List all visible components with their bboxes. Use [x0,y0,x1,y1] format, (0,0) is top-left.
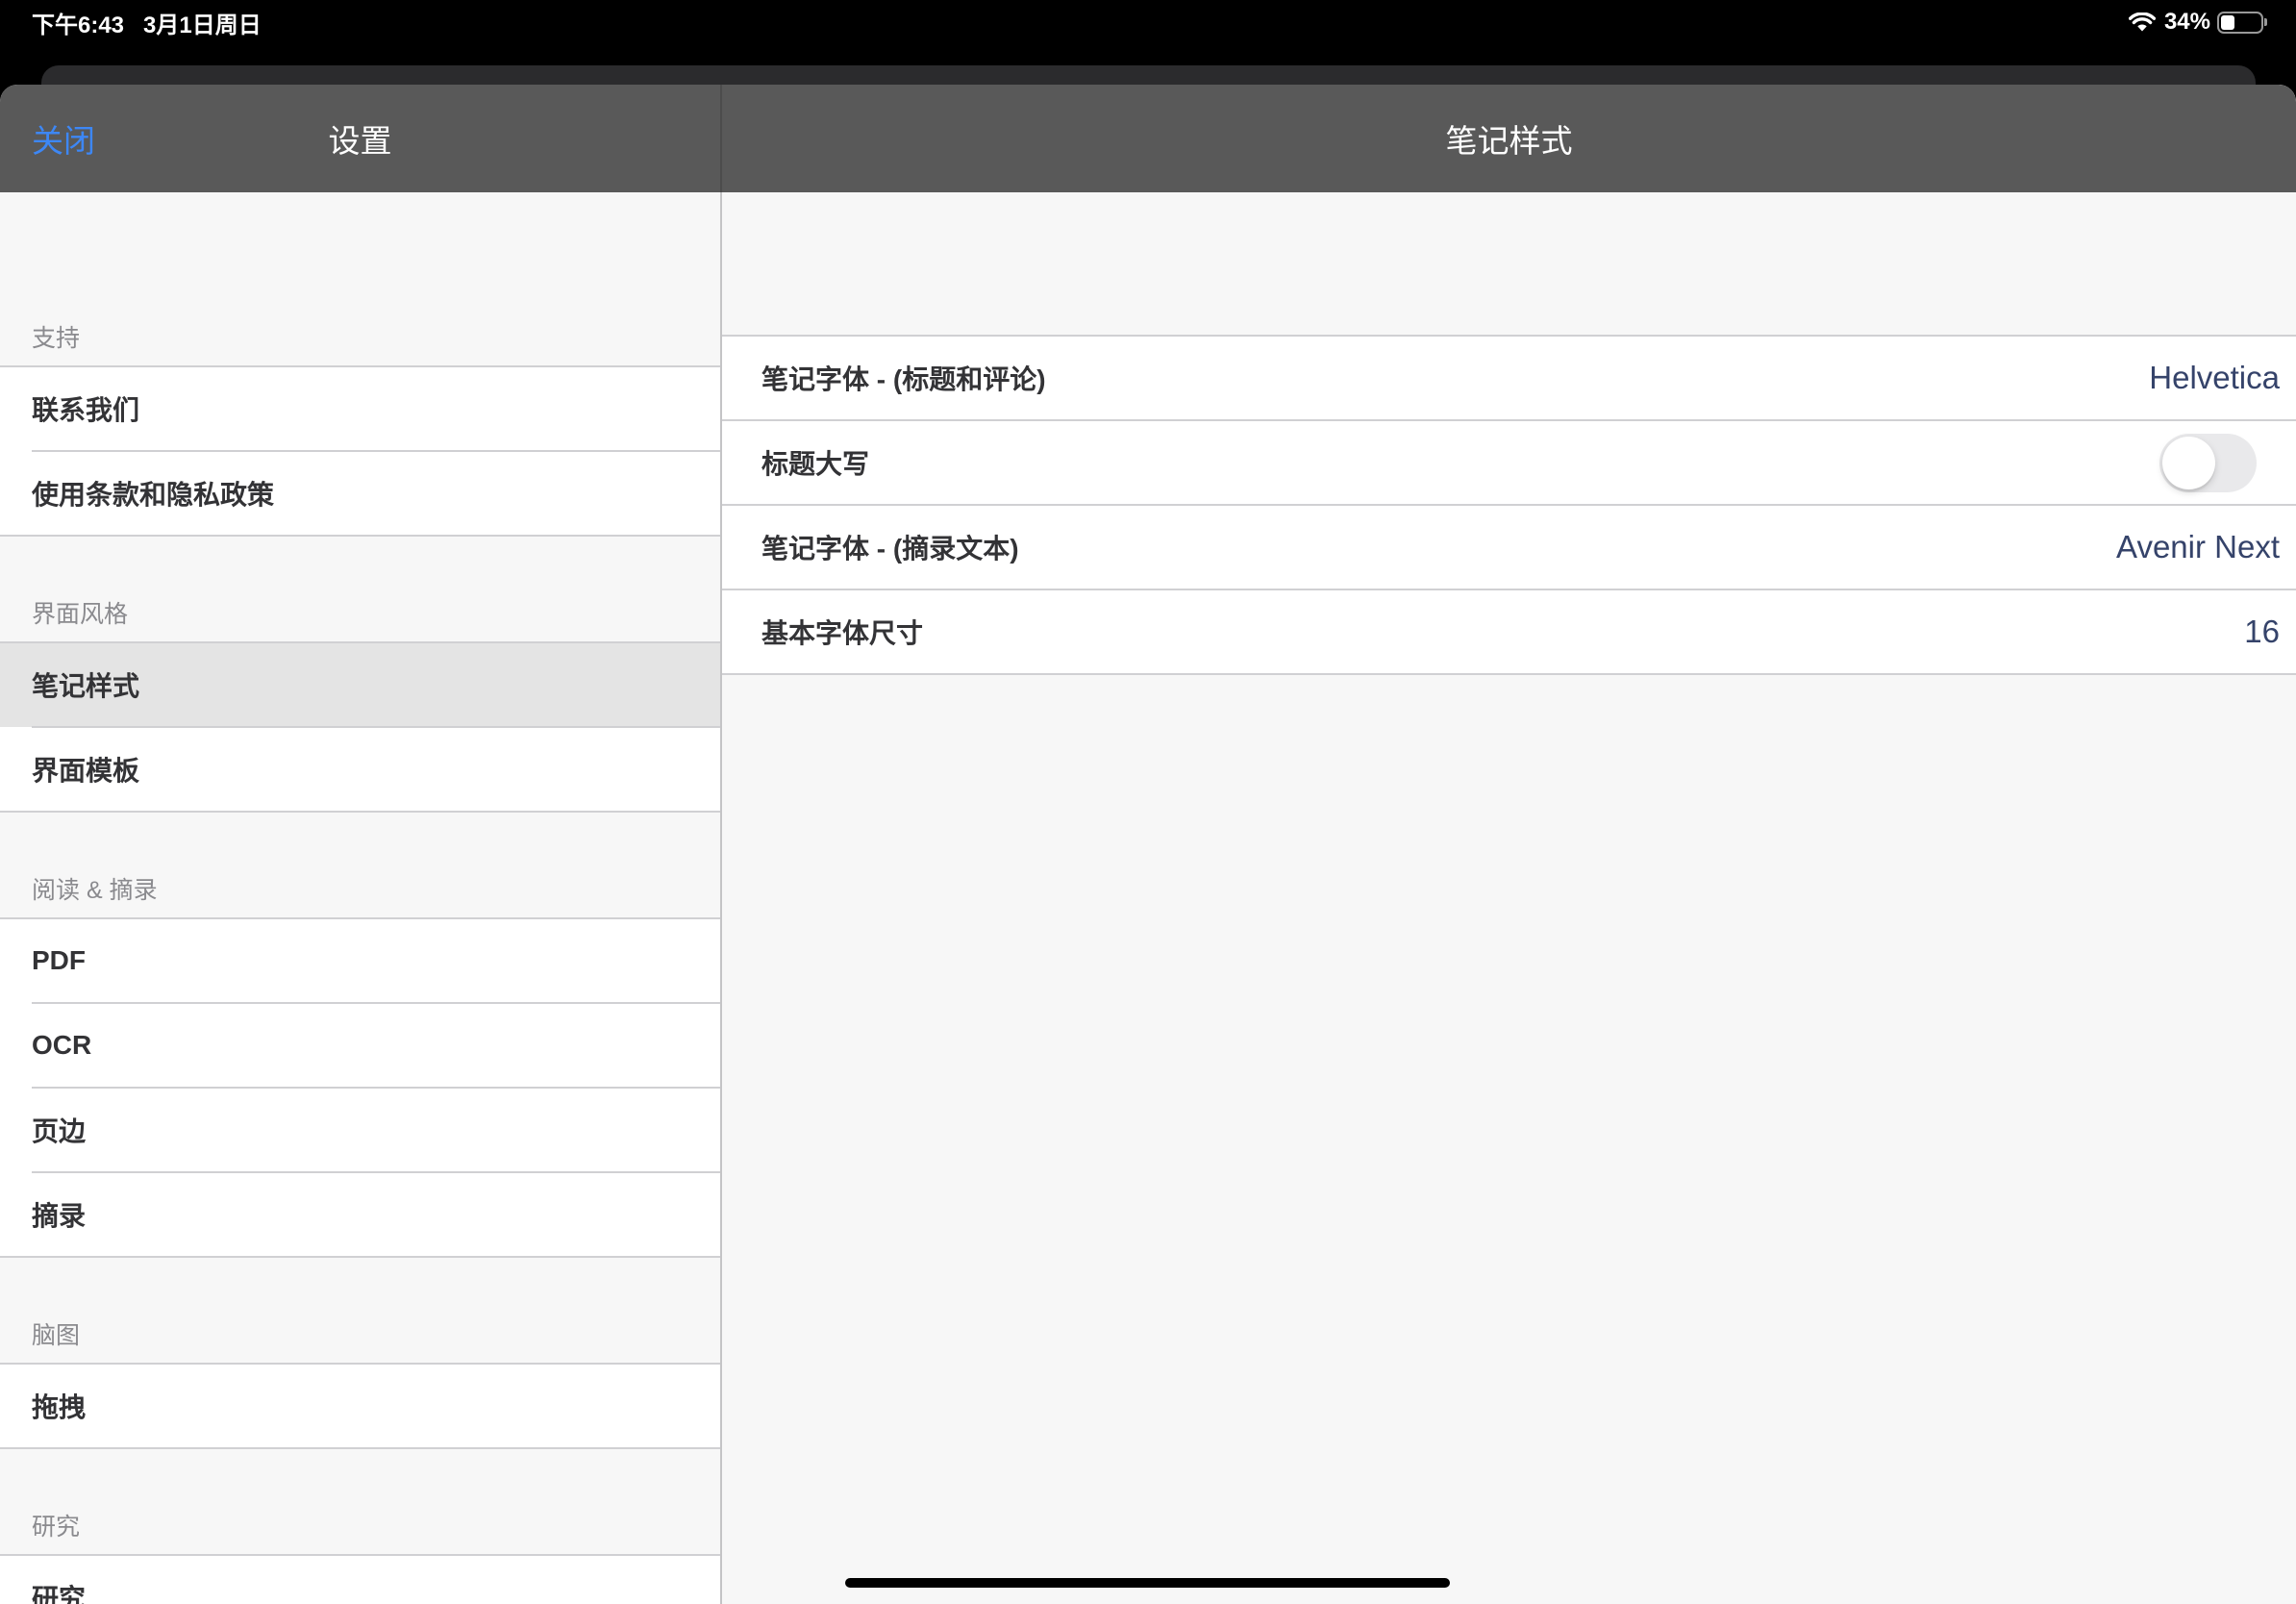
sidebar-item-drag[interactable]: 拖拽 [0,1364,720,1448]
battery-percentage: 34% [2163,9,2210,35]
section-group-support: 联系我们 使用条款和隐私政策 [0,365,720,537]
sidebar-item-research[interactable]: 研究 [0,1555,720,1604]
section-header-research: 研究 [32,1514,81,1541]
sidebar-item-note-style[interactable]: 笔记样式 [0,642,720,727]
section-header-mind-map: 脑图 [32,1322,81,1349]
sidebar-item-terms-privacy[interactable]: 使用条款和隐私政策 [0,450,720,536]
sidebar-item-ocr[interactable]: OCR [0,1002,720,1088]
title-uppercase-toggle[interactable] [2159,433,2257,492]
status-date: 3月1日周日 [143,12,262,38]
section-group-interface-style: 笔记样式 界面模板 [0,641,720,813]
detail-panel: 笔记样式 笔记字体 - (标题和评论) Helvetica 标题大写 笔记字体 … [722,85,2296,1604]
setting-label: 笔记字体 - (摘录文本) [761,534,1019,564]
status-time: 下午6:43 [32,12,125,38]
section-header-support: 支持 [32,325,81,352]
toggle-knob [2162,436,2215,489]
section-group-research: 研究 [0,1554,720,1604]
battery-nub [2264,18,2267,26]
setting-row-base-font-size[interactable]: 基本字体尺寸 16 [722,589,2296,674]
battery-level-fill [2221,14,2234,30]
setting-value: Avenir Next [2116,529,2280,564]
settings-master-panel: 关闭 设置 支持 联系我们 使用条款和隐私政策 界面风格 笔记样式 界面模板 阅… [0,85,722,1604]
note-style-settings-group: 笔记字体 - (标题和评论) Helvetica 标题大写 笔记字体 - (摘录… [722,335,2296,675]
sidebar-item-interface-template[interactable]: 界面模板 [0,726,720,812]
wifi-icon [2128,13,2156,32]
detail-content: 笔记字体 - (标题和评论) Helvetica 标题大写 笔记字体 - (摘录… [722,192,2296,1604]
setting-row-title-uppercase: 标题大写 [722,419,2296,505]
section-group-mind-map: 拖拽 [0,1363,720,1449]
status-bar: 下午6:43 3月1日周日 34% [0,0,2296,65]
sidebar-item-page-margin[interactable]: 页边 [0,1087,720,1172]
sidebar-item-excerpt[interactable]: 摘录 [0,1171,720,1257]
setting-label: 标题大写 [761,449,870,479]
section-group-reading-excerpt: PDF OCR 页边 摘录 [0,917,720,1258]
setting-value: 16 [2244,614,2280,649]
sidebar-item-contact-us[interactable]: 联系我们 [0,366,720,451]
setting-label: 基本字体尺寸 [761,618,924,648]
home-indicator[interactable] [845,1578,1450,1588]
settings-title: 设置 [328,123,392,159]
detail-nav-bar: 笔记样式 [722,85,2296,192]
detail-title: 笔记样式 [1445,123,1573,159]
setting-value: Helvetica [2149,360,2280,395]
setting-row-title-comment-font[interactable]: 笔记字体 - (标题和评论) Helvetica [722,336,2296,420]
battery-icon [2217,11,2267,34]
sidebar-item-pdf[interactable]: PDF [0,918,720,1003]
master-nav-bar: 关闭 设置 [0,85,722,192]
setting-row-excerpt-font[interactable]: 笔记字体 - (摘录文本) Avenir Next [722,504,2296,589]
section-header-reading-excerpt: 阅读 & 摘录 [32,877,158,904]
section-header-interface-style: 界面风格 [32,601,129,628]
status-datetime: 下午6:43 3月1日周日 [32,0,262,44]
close-button[interactable]: 关闭 [32,85,95,192]
setting-label: 笔记字体 - (标题和评论) [761,364,1046,394]
settings-sheet: 关闭 设置 支持 联系我们 使用条款和隐私政策 界面风格 笔记样式 界面模板 阅… [0,85,2296,1604]
status-indicators: 34% [2128,0,2267,44]
settings-list[interactable]: 支持 联系我们 使用条款和隐私政策 界面风格 笔记样式 界面模板 阅读 & 摘录… [0,192,722,1604]
